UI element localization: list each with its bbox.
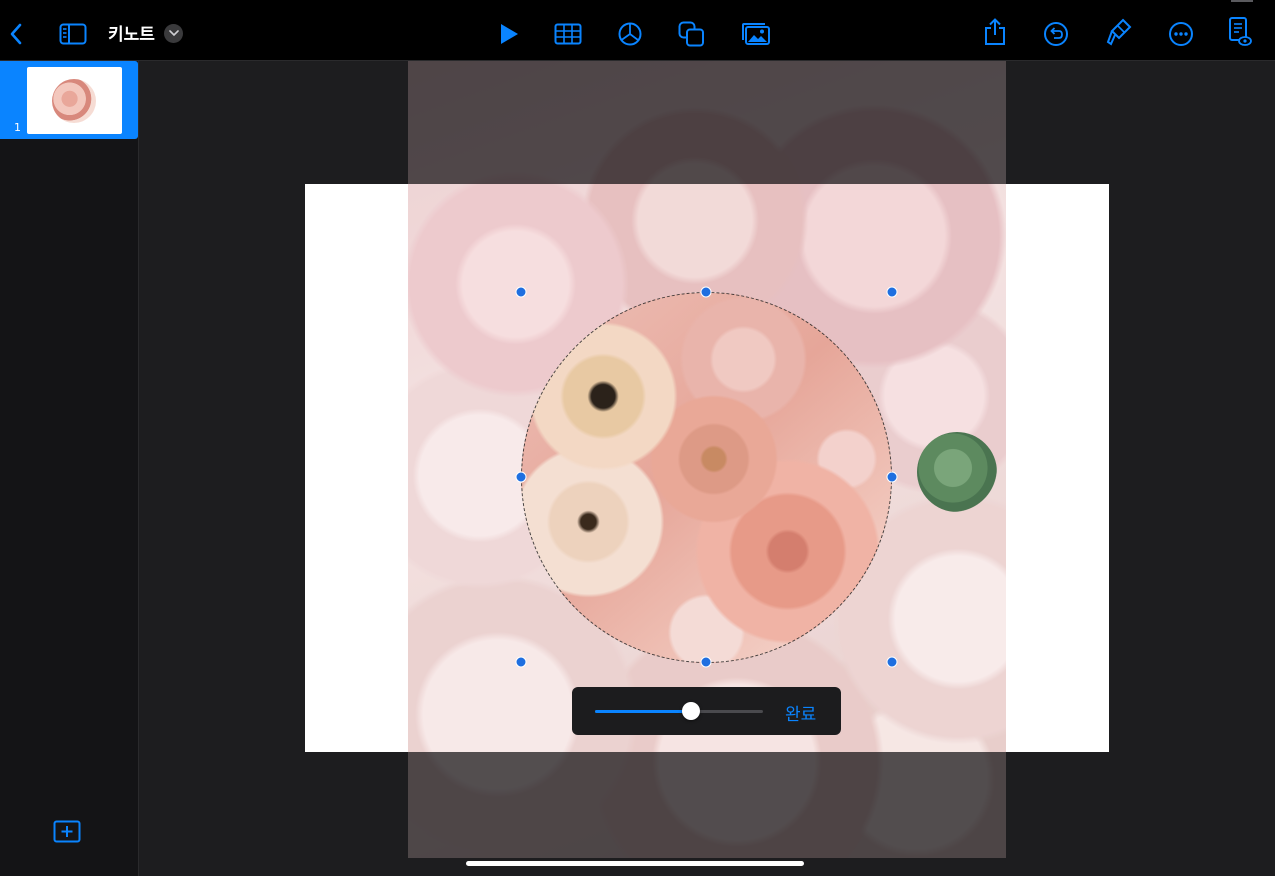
resize-handle[interactable] <box>515 471 527 483</box>
play-icon[interactable] <box>493 18 525 50</box>
shapes-icon[interactable] <box>676 18 708 50</box>
chevron-down-icon[interactable] <box>164 24 183 43</box>
format-brush-icon[interactable] <box>1103 16 1135 48</box>
resize-handle[interactable] <box>886 286 898 298</box>
back-chevron-icon[interactable] <box>0 18 32 50</box>
thumbnail-image <box>52 79 96 123</box>
document-title[interactable]: 키노트 <box>108 20 155 45</box>
slide-thumbnail-selected[interactable]: 1 <box>0 61 138 139</box>
zoom-slider[interactable] <box>595 702 763 720</box>
zoom-slider-thumb[interactable] <box>681 702 700 720</box>
status-indicator <box>1231 0 1253 2</box>
share-icon[interactable] <box>979 16 1011 48</box>
circle-mask[interactable] <box>521 292 892 663</box>
document-options-icon[interactable] <box>1224 16 1256 48</box>
done-button[interactable]: 완료 <box>785 700 816 725</box>
zoom-slider-fill <box>595 710 691 713</box>
undo-icon[interactable] <box>1040 18 1072 50</box>
home-indicator[interactable] <box>466 861 804 866</box>
slide-number: 1 <box>14 121 21 134</box>
resize-handle[interactable] <box>515 656 527 668</box>
more-icon[interactable] <box>1165 18 1197 50</box>
image-overflow-bottom <box>408 752 1006 858</box>
chart-icon[interactable] <box>614 18 646 50</box>
mask-zoom-control: 완료 <box>572 687 841 735</box>
resize-handle[interactable] <box>700 656 712 668</box>
resize-handle[interactable] <box>700 286 712 298</box>
table-icon[interactable] <box>552 18 584 50</box>
slide-navigator: 1 <box>0 61 139 876</box>
green-bud-image-detail <box>917 432 997 512</box>
top-toolbar: 키노트 <box>0 0 1275 61</box>
media-icon[interactable] <box>740 18 772 50</box>
image-overflow-top <box>408 61 1006 184</box>
add-slide-icon[interactable] <box>53 820 81 844</box>
resize-handle[interactable] <box>886 471 898 483</box>
resize-handle[interactable] <box>886 656 898 668</box>
slide-thumbnail[interactable] <box>27 67 122 134</box>
resize-handle[interactable] <box>515 286 527 298</box>
sidebar-toggle-icon[interactable] <box>57 18 89 50</box>
